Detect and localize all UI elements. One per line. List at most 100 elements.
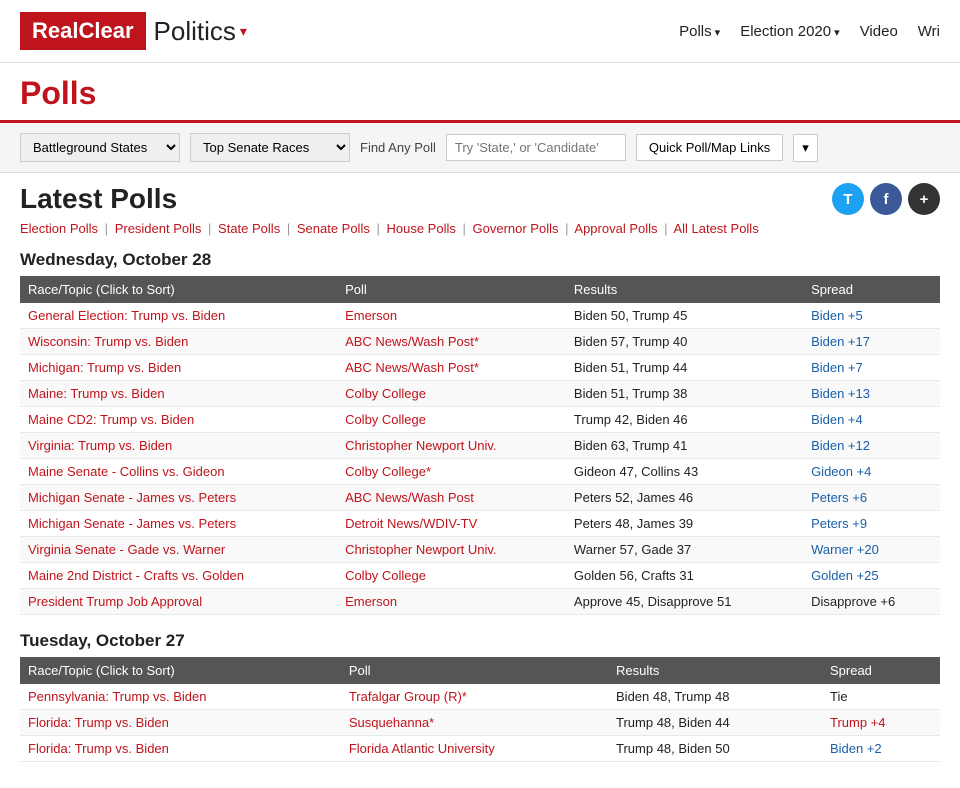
logo-politics: Politics	[146, 16, 236, 47]
site-header: RealClear Politics ▾ Polls Election 2020…	[0, 0, 960, 63]
poll-name[interactable]: Detroit News/WDIV-TV	[337, 511, 566, 537]
poll-name[interactable]: Colby College	[337, 407, 566, 433]
battleground-states-dropdown[interactable]: Battleground States	[20, 133, 180, 162]
sep5: |	[462, 221, 465, 236]
sep6: |	[565, 221, 568, 236]
nav-state-polls[interactable]: State Polls	[218, 221, 280, 236]
poll-name[interactable]: Colby College	[337, 381, 566, 407]
poll-name[interactable]: ABC News/Wash Post*	[337, 329, 566, 355]
race-topic[interactable]: Virginia: Trump vs. Biden	[20, 433, 337, 459]
nav-approval-polls[interactable]: Approval Polls	[574, 221, 657, 236]
poll-name[interactable]: Emerson	[337, 303, 566, 329]
poll-spread: Biden +2	[822, 736, 940, 762]
quick-poll-arrow-button[interactable]: ▾	[793, 134, 818, 162]
race-topic[interactable]: Florida: Trump vs. Biden	[20, 710, 341, 736]
poll-spread: Trump +4	[822, 710, 940, 736]
polls-table-1: Race/Topic (Click to Sort)PollResultsSpr…	[20, 657, 940, 762]
logo-area: RealClear Politics ▾	[20, 12, 247, 50]
table-row: Wisconsin: Trump vs. BidenABC News/Wash …	[20, 329, 940, 355]
day-section-0: Wednesday, October 28Race/Topic (Click t…	[20, 250, 940, 615]
nav-polls[interactable]: Polls	[679, 23, 720, 40]
race-topic[interactable]: Wisconsin: Trump vs. Biden	[20, 329, 337, 355]
race-topic[interactable]: Maine 2nd District - Crafts vs. Golden	[20, 563, 337, 589]
table-row: Pennsylvania: Trump vs. BidenTrafalgar G…	[20, 684, 940, 710]
table-row: Maine 2nd District - Crafts vs. GoldenCo…	[20, 563, 940, 589]
poll-spread: Biden +7	[803, 355, 940, 381]
quick-poll-button[interactable]: Quick Poll/Map Links	[636, 134, 783, 161]
nav-election2020[interactable]: Election 2020	[740, 23, 839, 40]
poll-name[interactable]: Christopher Newport Univ.	[337, 537, 566, 563]
race-topic[interactable]: Pennsylvania: Trump vs. Biden	[20, 684, 341, 710]
poll-spread: Biden +17	[803, 329, 940, 355]
logo-arrow[interactable]: ▾	[240, 23, 247, 40]
col-header-1-2[interactable]: Results	[608, 657, 822, 684]
nav-all-latest-polls[interactable]: All Latest Polls	[673, 221, 758, 236]
col-header-1-0[interactable]: Race/Topic (Click to Sort)	[20, 657, 341, 684]
poll-name[interactable]: ABC News/Wash Post	[337, 485, 566, 511]
race-topic[interactable]: Michigan: Trump vs. Biden	[20, 355, 337, 381]
latest-polls-header: Latest Polls T f +	[20, 183, 940, 215]
race-topic[interactable]: Virginia Senate - Gade vs. Warner	[20, 537, 337, 563]
share-plus-icon[interactable]: +	[908, 183, 940, 215]
sep1: |	[105, 221, 108, 236]
race-topic[interactable]: Michigan Senate - James vs. Peters	[20, 485, 337, 511]
poll-name[interactable]: Trafalgar Group (R)*	[341, 684, 608, 710]
col-header-0-3[interactable]: Spread	[803, 276, 940, 303]
col-header-0-2[interactable]: Results	[566, 276, 803, 303]
twitter-icon[interactable]: T	[832, 183, 864, 215]
poll-results: Gideon 47, Collins 43	[566, 459, 803, 485]
poll-results: Trump 48, Biden 50	[608, 736, 822, 762]
table-row: President Trump Job ApprovalEmersonAppro…	[20, 589, 940, 615]
table-row: Maine: Trump vs. BidenColby CollegeBiden…	[20, 381, 940, 407]
race-topic[interactable]: Maine: Trump vs. Biden	[20, 381, 337, 407]
poll-results: Biden 51, Trump 38	[566, 381, 803, 407]
table-row: Florida: Trump vs. BidenSusquehanna* Trum…	[20, 710, 940, 736]
sep2: |	[208, 221, 211, 236]
col-header-1-3[interactable]: Spread	[822, 657, 940, 684]
logo-realclear[interactable]: RealClear	[20, 12, 146, 50]
poll-spread: Peters +9	[803, 511, 940, 537]
facebook-icon[interactable]: f	[870, 183, 902, 215]
social-icons: T f +	[832, 183, 940, 215]
col-header-0-0[interactable]: Race/Topic (Click to Sort)	[20, 276, 337, 303]
nav-election-polls[interactable]: Election Polls	[20, 221, 98, 236]
poll-results: Peters 52, James 46	[566, 485, 803, 511]
poll-name[interactable]: Florida Atlantic University	[341, 736, 608, 762]
race-topic[interactable]: Maine CD2: Trump vs. Biden	[20, 407, 337, 433]
poll-results: Biden 48, Trump 48	[608, 684, 822, 710]
poll-name[interactable]: Susquehanna*	[341, 710, 608, 736]
nav-wri[interactable]: Wri	[918, 23, 940, 40]
poll-name[interactable]: Colby College*	[337, 459, 566, 485]
poll-name[interactable]: Colby College	[337, 563, 566, 589]
table-row: Michigan Senate - James vs. PetersABC Ne…	[20, 485, 940, 511]
poll-name[interactable]: ABC News/Wash Post*	[337, 355, 566, 381]
table-row: Michigan: Trump vs. BidenABC News/Wash P…	[20, 355, 940, 381]
col-header-0-1[interactable]: Poll	[337, 276, 566, 303]
poll-name[interactable]: Emerson	[337, 589, 566, 615]
nav-video[interactable]: Video	[860, 23, 898, 40]
race-topic[interactable]: Michigan Senate - James vs. Peters	[20, 511, 337, 537]
table-row: General Election: Trump vs. BidenEmerson…	[20, 303, 940, 329]
race-topic[interactable]: General Election: Trump vs. Biden	[20, 303, 337, 329]
nav-house-polls[interactable]: House Polls	[386, 221, 455, 236]
page-title-bar: Polls	[0, 63, 960, 123]
poll-name[interactable]: Christopher Newport Univ.	[337, 433, 566, 459]
race-topic[interactable]: Florida: Trump vs. Biden	[20, 736, 341, 762]
nav-links: Polls Election 2020 Video Wri	[679, 23, 940, 40]
poll-results: Golden 56, Crafts 31	[566, 563, 803, 589]
sep4: |	[376, 221, 379, 236]
race-topic[interactable]: Maine Senate - Collins vs. Gideon	[20, 459, 337, 485]
find-poll-label: Find Any Poll	[360, 140, 436, 155]
col-header-1-1[interactable]: Poll	[341, 657, 608, 684]
nav-governor-polls[interactable]: Governor Polls	[473, 221, 559, 236]
poll-spread: Golden +25	[803, 563, 940, 589]
senate-races-dropdown[interactable]: Top Senate Races	[190, 133, 350, 162]
days-container: Wednesday, October 28Race/Topic (Click t…	[20, 250, 940, 762]
find-poll-input[interactable]	[446, 134, 626, 161]
poll-results: Approve 45, Disapprove 51	[566, 589, 803, 615]
poll-spread: Biden +4	[803, 407, 940, 433]
race-topic[interactable]: President Trump Job Approval	[20, 589, 337, 615]
sep3: |	[287, 221, 290, 236]
nav-senate-polls[interactable]: Senate Polls	[297, 221, 370, 236]
nav-president-polls[interactable]: President Polls	[115, 221, 202, 236]
